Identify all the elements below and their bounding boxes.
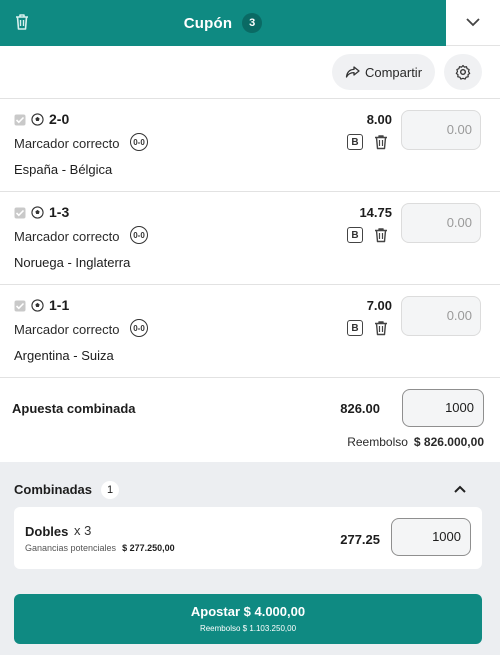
chevron-down-icon <box>466 18 480 27</box>
stake-input[interactable]: 0.00 <box>401 110 481 150</box>
bet-market: Marcador correcto <box>14 229 120 244</box>
refund-value: $ 826.000,00 <box>413 435 484 449</box>
bet-score: 1-1 <box>49 297 70 313</box>
slip-title: Cupón <box>183 14 233 32</box>
share-button[interactable]: Compartir <box>332 54 435 90</box>
bet-selection: 1-1 Marcador correcto 0-0 Argentina - Su… <box>0 285 500 378</box>
system-stake-input[interactable]: 1000 <box>391 518 471 556</box>
system-bet-odds: 277.25 <box>340 532 380 547</box>
slip-title-bar[interactable]: Cupón 3 <box>0 0 446 46</box>
system-bet-name: Dobles <box>25 524 69 539</box>
settings-button[interactable] <box>444 54 482 90</box>
trash-icon[interactable] <box>12 12 32 32</box>
soccer-ball-icon <box>31 113 44 126</box>
bet-event: España - Bélgica <box>14 162 113 177</box>
combined-bet-row: Apuesta combinada 826.00 1000 Reembolso $… <box>0 378 500 462</box>
checkbox-icon[interactable] <box>14 114 26 126</box>
bet-score: 2-0 <box>49 111 70 127</box>
combined-odds: 826.00 <box>340 401 380 416</box>
slip-toolbar: Compartir <box>0 46 500 99</box>
market-badge: 0-0 <box>130 319 148 337</box>
checkbox-icon[interactable] <box>14 300 26 312</box>
settings-icon <box>455 64 471 80</box>
system-bets-count: 1 <box>101 481 119 499</box>
potential-value: $ 277.250,00 <box>122 543 175 553</box>
market-badge: 0-0 <box>130 133 148 151</box>
bet-odds: 14.75 <box>359 205 392 220</box>
slip-footer: Apostar $ 4.000,00 Reembolso $ 1.103.250… <box>0 582 500 655</box>
bet-event: Noruega - Inglaterra <box>14 255 131 270</box>
selection-count-badge: 3 <box>242 13 263 33</box>
bet-slip: Cupón 3 Compartir 2-0 Marcador correcto … <box>0 0 500 655</box>
collapse-button[interactable] <box>446 0 500 46</box>
soccer-ball-icon <box>31 206 44 219</box>
boost-icon[interactable]: B <box>347 227 363 243</box>
bet-selection: 1-3 Marcador correcto 0-0 Noruega - Ingl… <box>0 192 500 285</box>
bet-odds: 7.00 <box>366 298 392 313</box>
slip-header: Cupón 3 <box>0 0 500 46</box>
system-bets-title: Combinadas <box>14 482 93 497</box>
chevron-up-icon[interactable] <box>452 482 468 496</box>
bet-market: Marcador correcto <box>14 136 120 151</box>
stake-input[interactable]: 0.00 <box>401 296 481 336</box>
bet-selection: 2-0 Marcador correcto 0-0 España - Bélgi… <box>0 99 500 192</box>
combined-stake-input[interactable]: 1000 <box>402 389 484 427</box>
system-bet-multiplier: x 3 <box>74 523 92 538</box>
system-bet-card: Dobles x 3 Ganancias potenciales $ 277.25… <box>14 507 482 569</box>
market-badge: 0-0 <box>130 226 148 244</box>
soccer-ball-icon <box>31 299 44 312</box>
bet-market: Marcador correcto <box>14 322 120 337</box>
bet-event: Argentina - Suiza <box>14 348 114 363</box>
place-bet-button[interactable]: Apostar $ 4.000,00 Reembolso $ 1.103.250… <box>14 594 482 644</box>
bet-odds: 8.00 <box>366 112 392 127</box>
potential-label: Ganancias potenciales <box>25 543 117 553</box>
stake-input[interactable]: 0.00 <box>401 203 481 243</box>
place-bet-label: Apostar $ 4.000,00 <box>190 604 306 619</box>
boost-icon[interactable]: B <box>347 320 363 336</box>
checkbox-icon[interactable] <box>14 207 26 219</box>
bet-score: 1-3 <box>49 204 70 220</box>
combined-refund: Reembolso $ 826.000,00 <box>347 435 484 449</box>
trash-icon[interactable] <box>373 227 389 243</box>
system-bets-section: Combinadas 1 Dobles x 3 Ganancias potenc… <box>0 462 500 582</box>
refund-label: Reembolso <box>347 435 408 449</box>
combined-bet-label: Apuesta combinada <box>12 401 136 416</box>
trash-icon[interactable] <box>373 320 389 336</box>
share-label: Compartir <box>364 64 423 80</box>
trash-icon[interactable] <box>373 134 389 150</box>
potential-winnings: Ganancias potenciales $ 277.250,00 <box>25 543 175 553</box>
total-refund-label: Reembolso $ 1.103.250,00 <box>199 624 297 633</box>
share-icon <box>345 66 360 78</box>
boost-icon[interactable]: B <box>347 134 363 150</box>
